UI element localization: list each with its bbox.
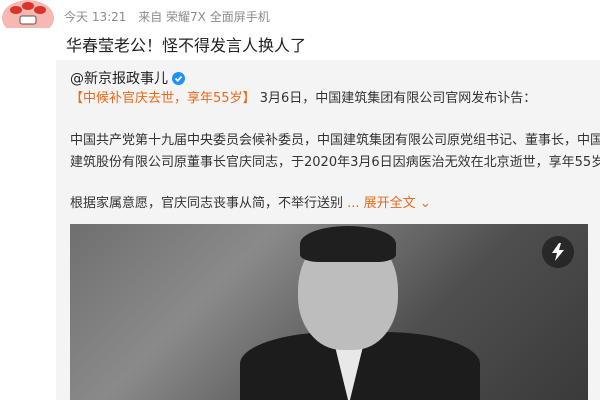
repost-author-name[interactable]: @新京报政事儿	[70, 68, 168, 88]
post-meta: 今天 13:21 来自 荣耀7X 全面屏手机	[64, 8, 278, 25]
post-time: 今天 13:21	[64, 10, 127, 24]
verified-badge-icon	[172, 71, 185, 85]
expand-label[interactable]: ... 展开全文	[347, 196, 416, 211]
photo-subject-hair	[300, 226, 396, 262]
repost-headline[interactable]: 【中候补官庆去世，享年55岁】	[70, 91, 256, 106]
chevron-down-icon: ⌄	[419, 196, 431, 211]
expand-full-text-link[interactable]: ... 展开全文 ⌄	[347, 196, 431, 211]
repost-author[interactable]: @新京报政事儿	[70, 68, 185, 88]
avatar[interactable]	[0, 0, 56, 28]
lightning-play-icon[interactable]	[542, 236, 574, 268]
post-text: 华春莹老公！怪不得发言人换人了	[66, 36, 307, 55]
repost-paragraph-3: 根据家属意愿，官庆同志丧事从简，不举行送别 ... 展开全文 ⌄	[70, 193, 431, 215]
repost-paragraph-3-text: 根据家属意愿，官庆同志丧事从简，不举行送别	[70, 196, 344, 211]
repost-paragraph-1: 【中候补官庆去世，享年55岁】 3月6日，中国建筑集团有限公司官网发布讣告：	[70, 88, 536, 110]
repost-card[interactable]: @新京报政事儿 【中候补官庆去世，享年55岁】 3月6日，中国建筑集团有限公司官…	[56, 60, 600, 400]
post-source[interactable]: 来自 荣耀7X 全面屏手机	[138, 10, 270, 24]
repost-paragraph-2-line-1: 中国共产党第十九届中央委员会候补委员，中国建筑集团有限公司原党组书记、董事长，中…	[70, 133, 600, 148]
repost-paragraph-2-line-2: 建筑股份有限公司原董事长官庆同志，于2020年3月6日因病医治无效在北京逝世，享…	[70, 155, 600, 170]
repost-photo[interactable]	[70, 224, 588, 400]
repost-paragraph-1-text: 3月6日，中国建筑集团有限公司官网发布讣告：	[259, 91, 537, 106]
